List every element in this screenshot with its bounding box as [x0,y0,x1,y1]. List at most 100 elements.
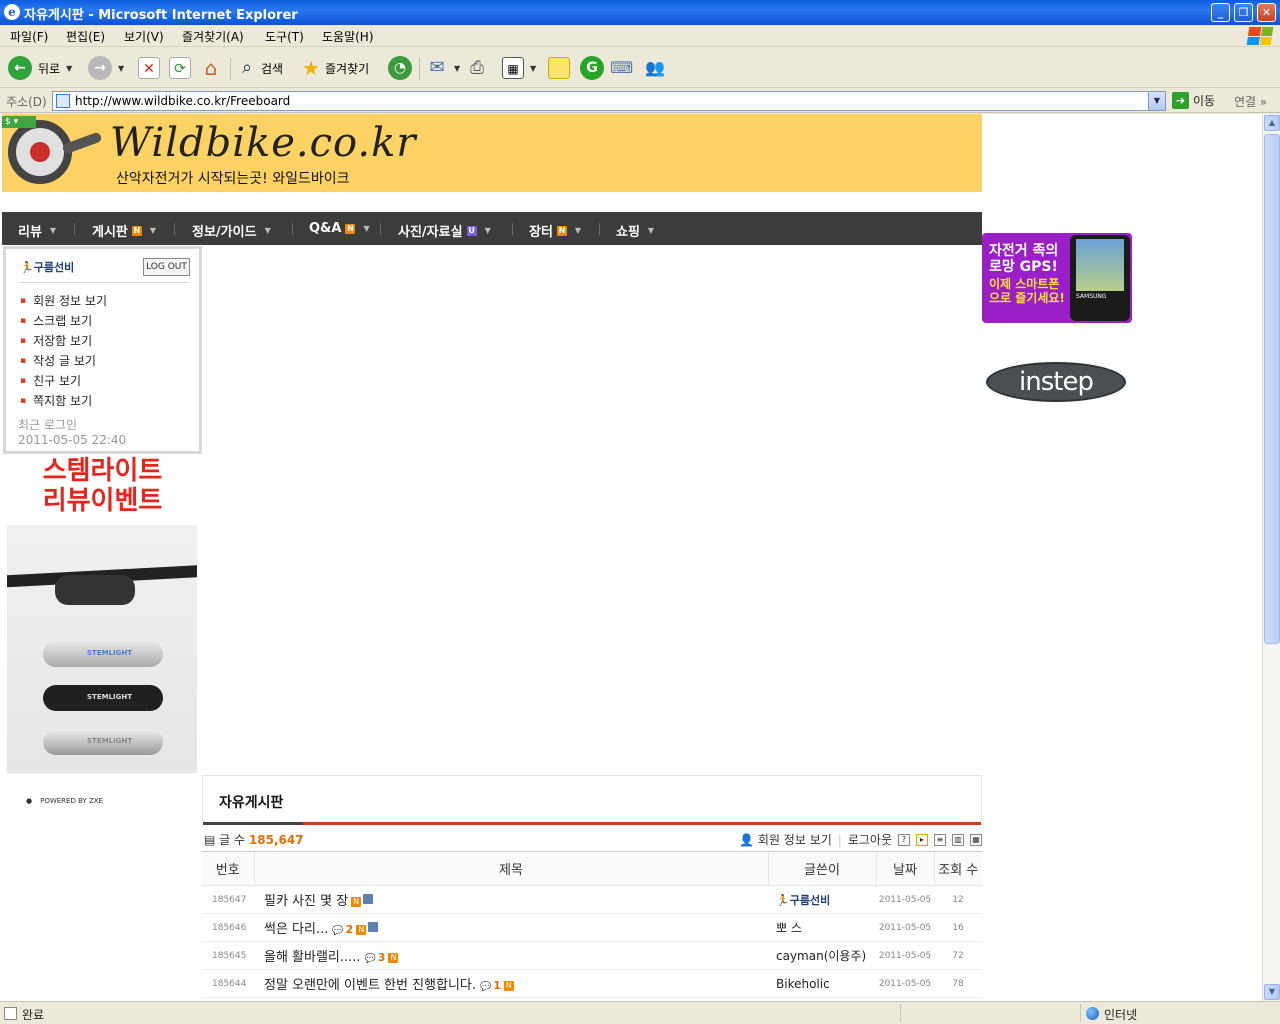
col-date[interactable]: 날짜 [875,851,934,886]
stop-button[interactable]: ✕ [138,56,160,80]
rss-icon[interactable]: ▸ [916,833,928,846]
favorites-button[interactable]: ★ 즐겨찾기 [300,56,369,80]
col-views[interactable]: 조회 수 [933,851,982,886]
post-author[interactable]: cayman(이용주) [768,941,876,970]
back-button[interactable]: ← 뒤로 ▼ [8,56,72,80]
post-count-value: 185,647 [248,833,304,847]
search-button[interactable]: ⌕ 검색 [236,56,283,80]
menu-edit[interactable]: 편집(E) [66,28,105,45]
scroll-down-icon[interactable]: ▼ [1264,984,1280,1000]
print-button[interactable]: ⎙ [466,56,488,80]
scroll-thumb[interactable] [1264,134,1280,644]
help-icon[interactable]: ? [898,833,910,846]
list-view-icon[interactable]: ≡ [934,833,946,846]
minimize-button[interactable]: _ [1211,3,1230,22]
comment-count: 2 [332,923,353,936]
last-login-time: 2011-05-05 22:40 [18,433,127,447]
post-count: ▤ 글 수 185,647 [204,833,304,847]
menu-tools[interactable]: 도구(T) [265,28,304,45]
gps-ad-line3: 이제 스마트폰 [989,277,1060,291]
member-menu-friends[interactable]: 친구 보기 [20,372,107,392]
post-author[interactable]: 🏃구름선비 [776,894,830,907]
col-number: 번호 [202,851,254,886]
gps-ad-line1: 자전거 족의 [989,243,1059,259]
member-info-link[interactable]: 👤 회원 정보 보기 [739,831,832,848]
board-logout-link[interactable]: 로그아웃 [848,831,892,848]
menu-file[interactable]: 파일(F) [10,28,48,45]
promo-title-line1: 스템라이트 [42,456,163,486]
nav-qna[interactable]: Q&A N ▼ [309,221,370,236]
go-arrow-icon: ➔ [1172,92,1189,109]
member-menu-messages[interactable]: 쪽지함 보기 [20,392,107,412]
security-zone: 인터넷 [1104,1008,1138,1022]
board-title[interactable]: 자유게시판 [219,792,283,812]
messenger-button[interactable]: 👥 [644,56,666,80]
nav-shopping[interactable]: 쇼핑 ▼ [616,221,654,240]
nav-review[interactable]: 리뷰 ▼ [18,221,56,240]
note-button[interactable] [548,56,570,80]
nav-board[interactable]: 게시판 N ▼ [92,221,156,240]
post-number: 185646 [202,913,254,942]
post-subject-link[interactable]: 올해 활바랠리..... [264,950,361,965]
gps-ad-banner[interactable]: 자전거 족의 로망 GPS! 이제 스마트폰 으로 즐기세요! SAMSUNG [982,233,1132,323]
post-number: 185645 [202,941,254,970]
status-text: 완료 [22,1008,45,1022]
webzine-view-icon[interactable]: ▥ [952,833,964,846]
stem-image: STEMLIGHT [43,641,163,667]
new-badge: N [503,981,514,991]
scroll-up-icon[interactable]: ▲ [1264,115,1280,131]
menu-view[interactable]: 보기(V) [124,28,164,45]
address-input[interactable]: http://www.wildbike.co.kr/Freeboard ▼ [52,91,1166,111]
mail-button[interactable]: ✉ ▼ [426,56,460,80]
research-button[interactable]: ⌨ [610,56,633,80]
maximize-button[interactable]: ❐ [1234,3,1253,22]
refresh-button[interactable]: ⟳ [169,56,191,80]
nav-info-guide[interactable]: 정보/가이드 ▼ [192,221,271,240]
site-logo[interactable]: Wildbike.co.kr [110,120,416,166]
addon-chip-icon[interactable]: $ ▾ [2,116,36,128]
green-g-button[interactable]: G [580,56,604,80]
new-badge: N [356,925,367,935]
history-button[interactable]: ◔ [388,56,412,80]
instep-ad-banner[interactable]: instep [986,362,1126,402]
nav-market[interactable]: 장터 N ▼ [529,221,581,240]
nav-photo-library[interactable]: 사진/자료실 U ▼ [398,221,491,240]
chevron-down-icon: ▼ [118,63,125,73]
gallery-view-icon[interactable]: ▦ [970,833,982,846]
gps-ad-line2: 로망 GPS! [989,259,1058,275]
instep-logo: instep [1019,367,1094,397]
vertical-scrollbar[interactable]: ▲ ▼ [1262,114,1280,1001]
member-menu-my-posts[interactable]: 작성 글 보기 [20,352,107,372]
menu-help[interactable]: 도움말(H) [322,28,374,45]
close-button[interactable]: ✕ [1257,3,1276,22]
post-author[interactable]: 뽀 스 [768,913,876,942]
promo-title[interactable]: 스템라이트 리뷰이벤트 [10,456,195,516]
edit-button[interactable]: ▦ ▼ [502,56,536,80]
links-button[interactable]: 연결 » [1234,93,1267,110]
powered-by[interactable]: POWERED BY ZXE [26,797,103,805]
post-date: 2011-05-05 [876,941,934,970]
stemlight-promo-image[interactable]: STEMLIGHT STEMLIGHT STEMLIGHT [7,525,197,773]
address-bar: 주소(D) http://www.wildbike.co.kr/Freeboar… [0,89,1280,113]
chevron-down-icon: ▼ [574,226,582,235]
refresh-icon: ⟳ [169,57,191,79]
member-menu-profile[interactable]: 회원 정보 보기 [20,292,107,312]
post-author[interactable]: Bikeholic [768,969,876,998]
address-dropdown-icon[interactable]: ▼ [1148,92,1165,110]
forward-button[interactable]: → ▼ [88,56,124,80]
member-menu-scrap[interactable]: 스크랩 보기 [20,312,107,332]
post-subject-link[interactable]: 정말 오랜만에 이벤트 한번 진행합니다. [264,978,476,993]
product-label: STEMLIGHT [87,649,133,657]
go-button[interactable]: ➔ 이동 [1172,92,1215,109]
phone-image: SAMSUNG [1070,235,1130,321]
menu-favorites[interactable]: 즐겨찾기(A) [182,28,244,45]
home-icon: ⌂ [204,56,218,80]
logout-button[interactable]: LOG OUT [143,258,190,276]
updated-badge: U [466,225,477,236]
table-row: 185646 썩은 다리... 2N 뽀 스 2011-05-05 16 [202,913,982,942]
post-subject-link[interactable]: 필카 사진 몇 장 [264,894,348,909]
links-label: 연결 [1234,95,1257,109]
post-subject-link[interactable]: 썩은 다리... [264,922,328,937]
member-menu-saved[interactable]: 저장함 보기 [20,332,107,352]
home-button[interactable]: ⌂ [200,56,222,80]
